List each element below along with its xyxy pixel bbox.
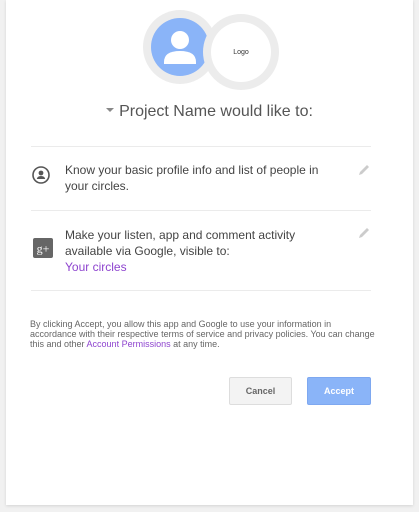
account-permissions-link[interactable]: Account Permissions — [87, 339, 171, 349]
user-avatar-icon — [151, 18, 209, 76]
svg-text:g+: g+ — [37, 242, 50, 256]
visibility-link[interactable]: Your circles — [65, 260, 127, 274]
permission-text: Make your listen, app and comment activi… — [65, 228, 296, 274]
app-logo: Logo — [211, 22, 271, 82]
page-title-row: Project Name would like to: — [6, 103, 413, 121]
pencil-icon[interactable] — [357, 226, 371, 240]
google-plus-icon: g+ — [33, 238, 53, 258]
terms-text: By clicking Accept, you allow this app a… — [30, 319, 375, 349]
cancel-button[interactable]: Cancel — [229, 377, 292, 405]
permission-item-activity: g+ Make your listen, app and comment act… — [31, 211, 371, 291]
divider — [31, 290, 371, 291]
pencil-icon[interactable] — [357, 163, 371, 177]
profile-icon — [32, 166, 50, 184]
consent-dialog: Logo Project Name would like to: Know yo… — [6, 0, 413, 505]
permission-item-profile: Know your basic profile info and list of… — [31, 147, 371, 211]
caret-down-icon[interactable] — [106, 107, 115, 112]
accept-button[interactable]: Accept — [307, 377, 371, 405]
permission-text: Know your basic profile info and list of… — [65, 163, 319, 193]
page-title: Project Name would like to: — [119, 103, 313, 120]
